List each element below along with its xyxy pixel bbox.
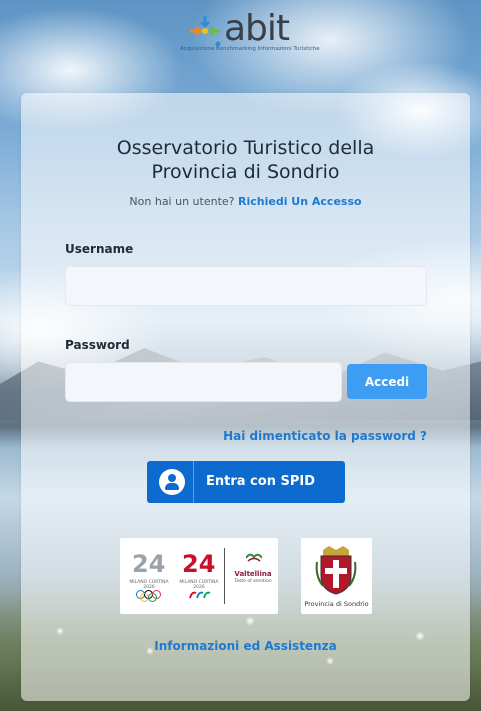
abit-mark-icon — [190, 16, 221, 47]
request-access-link[interactable]: Richiedi Un Accesso — [238, 195, 362, 208]
partner-logos-olympics-valtellina: 24 MILANO CORTINA 2026 24 MILANO CORTINA… — [120, 538, 278, 614]
username-input[interactable] — [65, 266, 427, 306]
password-input[interactable] — [65, 362, 342, 402]
olympic-rings-icon — [136, 590, 162, 602]
user-icon — [159, 469, 185, 495]
logo-divider — [224, 548, 225, 604]
title-line-2: Provincia di Sondrio — [151, 161, 340, 183]
logo-wordmark: abit — [224, 8, 290, 49]
paralympic-agitos-icon — [189, 591, 211, 599]
milano-cortina-olympics-logo: 24 MILANO CORTINA 2026 — [126, 550, 172, 606]
login-card: Osservatorio Turistico della Provincia d… — [21, 93, 470, 701]
provincia-sondrio-logo: Provincia di Sondrio — [301, 538, 372, 614]
title-line-1: Osservatorio Turistico della — [116, 137, 375, 159]
milano-cortina-paralympics-logo: 24 MILANO CORTINA 2026 — [176, 550, 222, 606]
logo-tagline: Acquisizione Benchmarking Informazioni T… — [180, 46, 320, 52]
provincia-crest-icon — [315, 546, 357, 595]
valtellina-logo: Valtellina Taste of emotion — [230, 548, 276, 604]
abit-logo: abit Acquisizione Benchmarking Informazi… — [180, 8, 320, 60]
page-title: Osservatorio Turistico della Provincia d… — [21, 136, 470, 184]
valtellina-mark-icon — [246, 553, 262, 562]
spid-label: Entra con SPID — [206, 474, 315, 489]
info-support-link[interactable]: Informazioni ed Assistenza — [21, 639, 470, 653]
username-label: Username — [65, 242, 134, 256]
password-label: Password — [65, 338, 130, 352]
spid-divider — [193, 461, 194, 503]
forgot-password-link[interactable]: Hai dimenticato la password ? — [223, 429, 427, 443]
signup-prompt: Non hai un utente? — [129, 195, 235, 208]
spid-login-button[interactable]: Entra con SPID — [147, 461, 345, 503]
signup-row: Non hai un utente? Richiedi Un Accesso — [21, 195, 470, 208]
login-button[interactable]: Accedi — [347, 364, 427, 399]
